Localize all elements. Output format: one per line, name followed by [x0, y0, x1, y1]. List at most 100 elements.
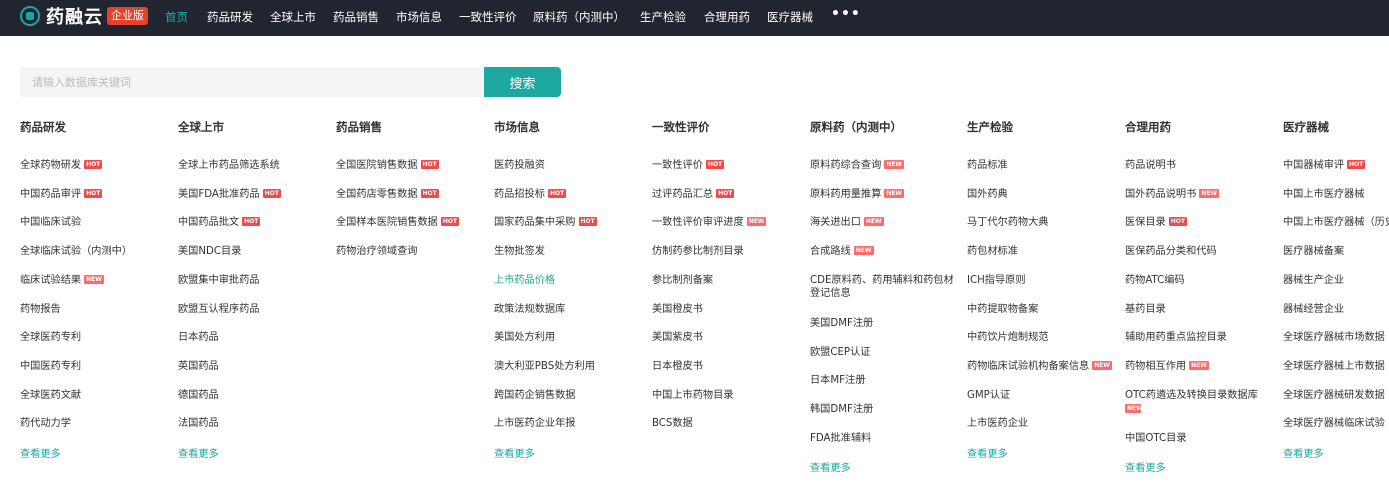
database-link[interactable]: 全球药物研发 HOT [20, 159, 103, 172]
database-link[interactable]: 美国紫皮书 [652, 331, 703, 344]
database-link[interactable]: 中国药品审评 HOT [20, 188, 103, 201]
database-link[interactable]: 政策法规数据库 [494, 303, 565, 316]
nav-item-market-info[interactable]: 市场信息 [396, 9, 442, 25]
database-link[interactable]: 药品招投标 HOT [494, 188, 567, 201]
database-link[interactable]: 合成路线 NEW [810, 245, 874, 258]
database-link[interactable]: 一致性评价审评进度 NEW [652, 216, 767, 229]
nav-item-medical-devices[interactable]: 医疗器械 [767, 9, 813, 25]
database-link[interactable]: 医保目录 HOT [1125, 216, 1187, 229]
nav-item-api-beta[interactable]: 原料药（内测中） [533, 9, 625, 25]
database-link[interactable]: 医疗器械备案 [1283, 245, 1344, 258]
search-button[interactable]: 搜索 [484, 67, 561, 97]
database-link[interactable]: 中国上市药物目录 [652, 389, 734, 402]
database-link[interactable]: 药品标准 [967, 159, 1008, 172]
view-more-link[interactable]: 查看更多 [494, 445, 535, 460]
database-link[interactable]: 美国FDA批准药品 HOT [178, 188, 281, 201]
database-link[interactable]: 临床试验结果 NEW [20, 274, 104, 287]
database-link[interactable]: 参比制剂备案 [652, 274, 713, 287]
view-more-link[interactable]: 查看更多 [20, 445, 61, 460]
database-link[interactable]: 中国药品批文 HOT [178, 216, 261, 229]
database-link[interactable]: 全球医疗器械临床试验 [1283, 417, 1385, 430]
database-link[interactable]: 药包材标准 [967, 245, 1018, 258]
database-link[interactable]: 中国上市医疗器械 [1283, 188, 1365, 201]
database-link[interactable]: 国外药典 [967, 188, 1008, 201]
database-link[interactable]: 中国器械审评 HOT [1283, 159, 1366, 172]
database-link[interactable]: CDE原料药、药用辅料和药包材登记信息 [810, 274, 956, 300]
database-link[interactable]: 过评药品汇总 HOT [652, 188, 735, 201]
database-link[interactable]: 药物临床试验机构备案信息 NEW [967, 360, 1112, 373]
database-link[interactable]: 药物相互作用 NEW [1125, 360, 1209, 373]
database-link[interactable]: 全球医疗器械市场数据 [1283, 331, 1385, 344]
database-link[interactable]: 仿制药参比制剂目录 [652, 245, 744, 258]
database-link[interactable]: 上市药品价格 [494, 274, 555, 287]
database-link[interactable]: 美国DMF注册 [810, 317, 873, 330]
database-link[interactable]: 原料药用量推算 NEW [810, 188, 905, 201]
view-more-link[interactable]: 查看更多 [810, 459, 851, 474]
database-link[interactable]: 德国药品 [178, 389, 219, 402]
nav-item-drug-rd[interactable]: 药品研发 [207, 9, 253, 25]
database-link[interactable]: 一致性评价 HOT [652, 159, 725, 172]
database-link[interactable]: FDA批准辅料 [810, 432, 871, 445]
database-link[interactable]: 日本橙皮书 [652, 360, 703, 373]
database-link[interactable]: 欧盟集中审批药品 [178, 274, 260, 287]
database-link[interactable]: 中国上市医疗器械（历史 [1283, 216, 1389, 229]
database-link[interactable]: 欧盟互认程序药品 [178, 303, 260, 316]
nav-item-rational-drug-use[interactable]: 合理用药 [704, 9, 750, 25]
database-link[interactable]: 全球医药文献 [20, 389, 81, 402]
database-link[interactable]: 中国医药专利 [20, 360, 81, 373]
database-link[interactable]: ICH指导原则 [967, 274, 1026, 287]
database-link[interactable]: 海关进出口 NEW [810, 216, 884, 229]
database-link[interactable]: 药代动力学 [20, 417, 71, 430]
database-link[interactable]: 法国药品 [178, 417, 219, 430]
view-more-link[interactable]: 查看更多 [1283, 445, 1324, 460]
database-link[interactable]: 全球医药专利 [20, 331, 81, 344]
database-link[interactable]: 器械经营企业 [1283, 303, 1344, 316]
database-link[interactable]: 美国橙皮书 [652, 303, 703, 316]
database-link[interactable]: OTC药遴选及转换目录数据库 NEW [1125, 389, 1271, 413]
database-link[interactable]: 中国临床试验 [20, 216, 81, 229]
database-link[interactable]: 器械生产企业 [1283, 274, 1344, 287]
database-link[interactable]: 中药饮片炮制规范 [967, 331, 1049, 344]
database-link[interactable]: 英国药品 [178, 360, 219, 373]
database-link[interactable]: 药品说明书 [1125, 159, 1176, 172]
database-link[interactable]: 全国样本医院销售数据 HOT [336, 216, 460, 229]
database-link[interactable]: BCS数据 [652, 417, 693, 430]
database-link[interactable]: GMP认证 [967, 389, 1010, 402]
search-input[interactable] [20, 67, 483, 97]
database-link[interactable]: 美国处方利用 [494, 331, 555, 344]
database-link[interactable]: 药物ATC编码 [1125, 274, 1185, 287]
database-link[interactable]: 欧盟CEP认证 [810, 346, 870, 359]
database-link[interactable]: 国外药品说明书 NEW [1125, 188, 1220, 201]
nav-item-global-market[interactable]: 全球上市 [270, 9, 316, 25]
database-link[interactable]: 全球医疗器械研发数据 [1283, 389, 1385, 402]
view-more-link[interactable]: 查看更多 [178, 445, 219, 460]
view-more-link[interactable]: 查看更多 [967, 445, 1008, 460]
database-link[interactable]: 医保药品分类和代码 [1125, 245, 1217, 258]
database-link[interactable]: 全国药店零售数据 HOT [336, 188, 439, 201]
nav-item-consistency-evaluation[interactable]: 一致性评价 [459, 9, 517, 25]
database-link[interactable]: 日本MF注册 [810, 374, 865, 387]
brand-logo[interactable]: 药融云 企业版 [20, 4, 148, 28]
more-menu-icon[interactable]: ••• [831, 6, 861, 22]
database-link[interactable]: 药物治疗领域查询 [336, 245, 418, 258]
view-more-link[interactable]: 查看更多 [1125, 459, 1166, 474]
database-link[interactable]: 日本药品 [178, 331, 219, 344]
database-link[interactable]: 韩国DMF注册 [810, 403, 873, 416]
database-link[interactable]: 基药目录 [1125, 303, 1166, 316]
database-link[interactable]: 国家药品集中采购 HOT [494, 216, 597, 229]
database-link[interactable]: 美国NDC目录 [178, 245, 241, 258]
database-link[interactable]: 澳大利亚PBS处方利用 [494, 360, 595, 373]
database-link[interactable]: 马丁代尔药物大典 [967, 216, 1049, 229]
database-link[interactable]: 上市医药企业 [967, 417, 1028, 430]
database-link[interactable]: 全球临床试验（内测中） [20, 245, 132, 258]
database-link[interactable]: 药物报告 [20, 303, 61, 316]
database-link[interactable]: 中药提取物备案 [967, 303, 1038, 316]
database-link[interactable]: 全国医院销售数据 HOT [336, 159, 439, 172]
database-link[interactable]: 辅助用药重点监控目录 [1125, 331, 1227, 344]
database-link[interactable]: 跨国药企销售数据 [494, 389, 576, 402]
nav-item-drug-sales[interactable]: 药品销售 [333, 9, 379, 25]
nav-item-home[interactable]: 首页 [165, 9, 188, 25]
database-link[interactable]: 生物批签发 [494, 245, 545, 258]
database-link[interactable]: 全球上市药品筛选系统 [178, 159, 280, 172]
nav-item-production-inspection[interactable]: 生产检验 [640, 9, 686, 25]
